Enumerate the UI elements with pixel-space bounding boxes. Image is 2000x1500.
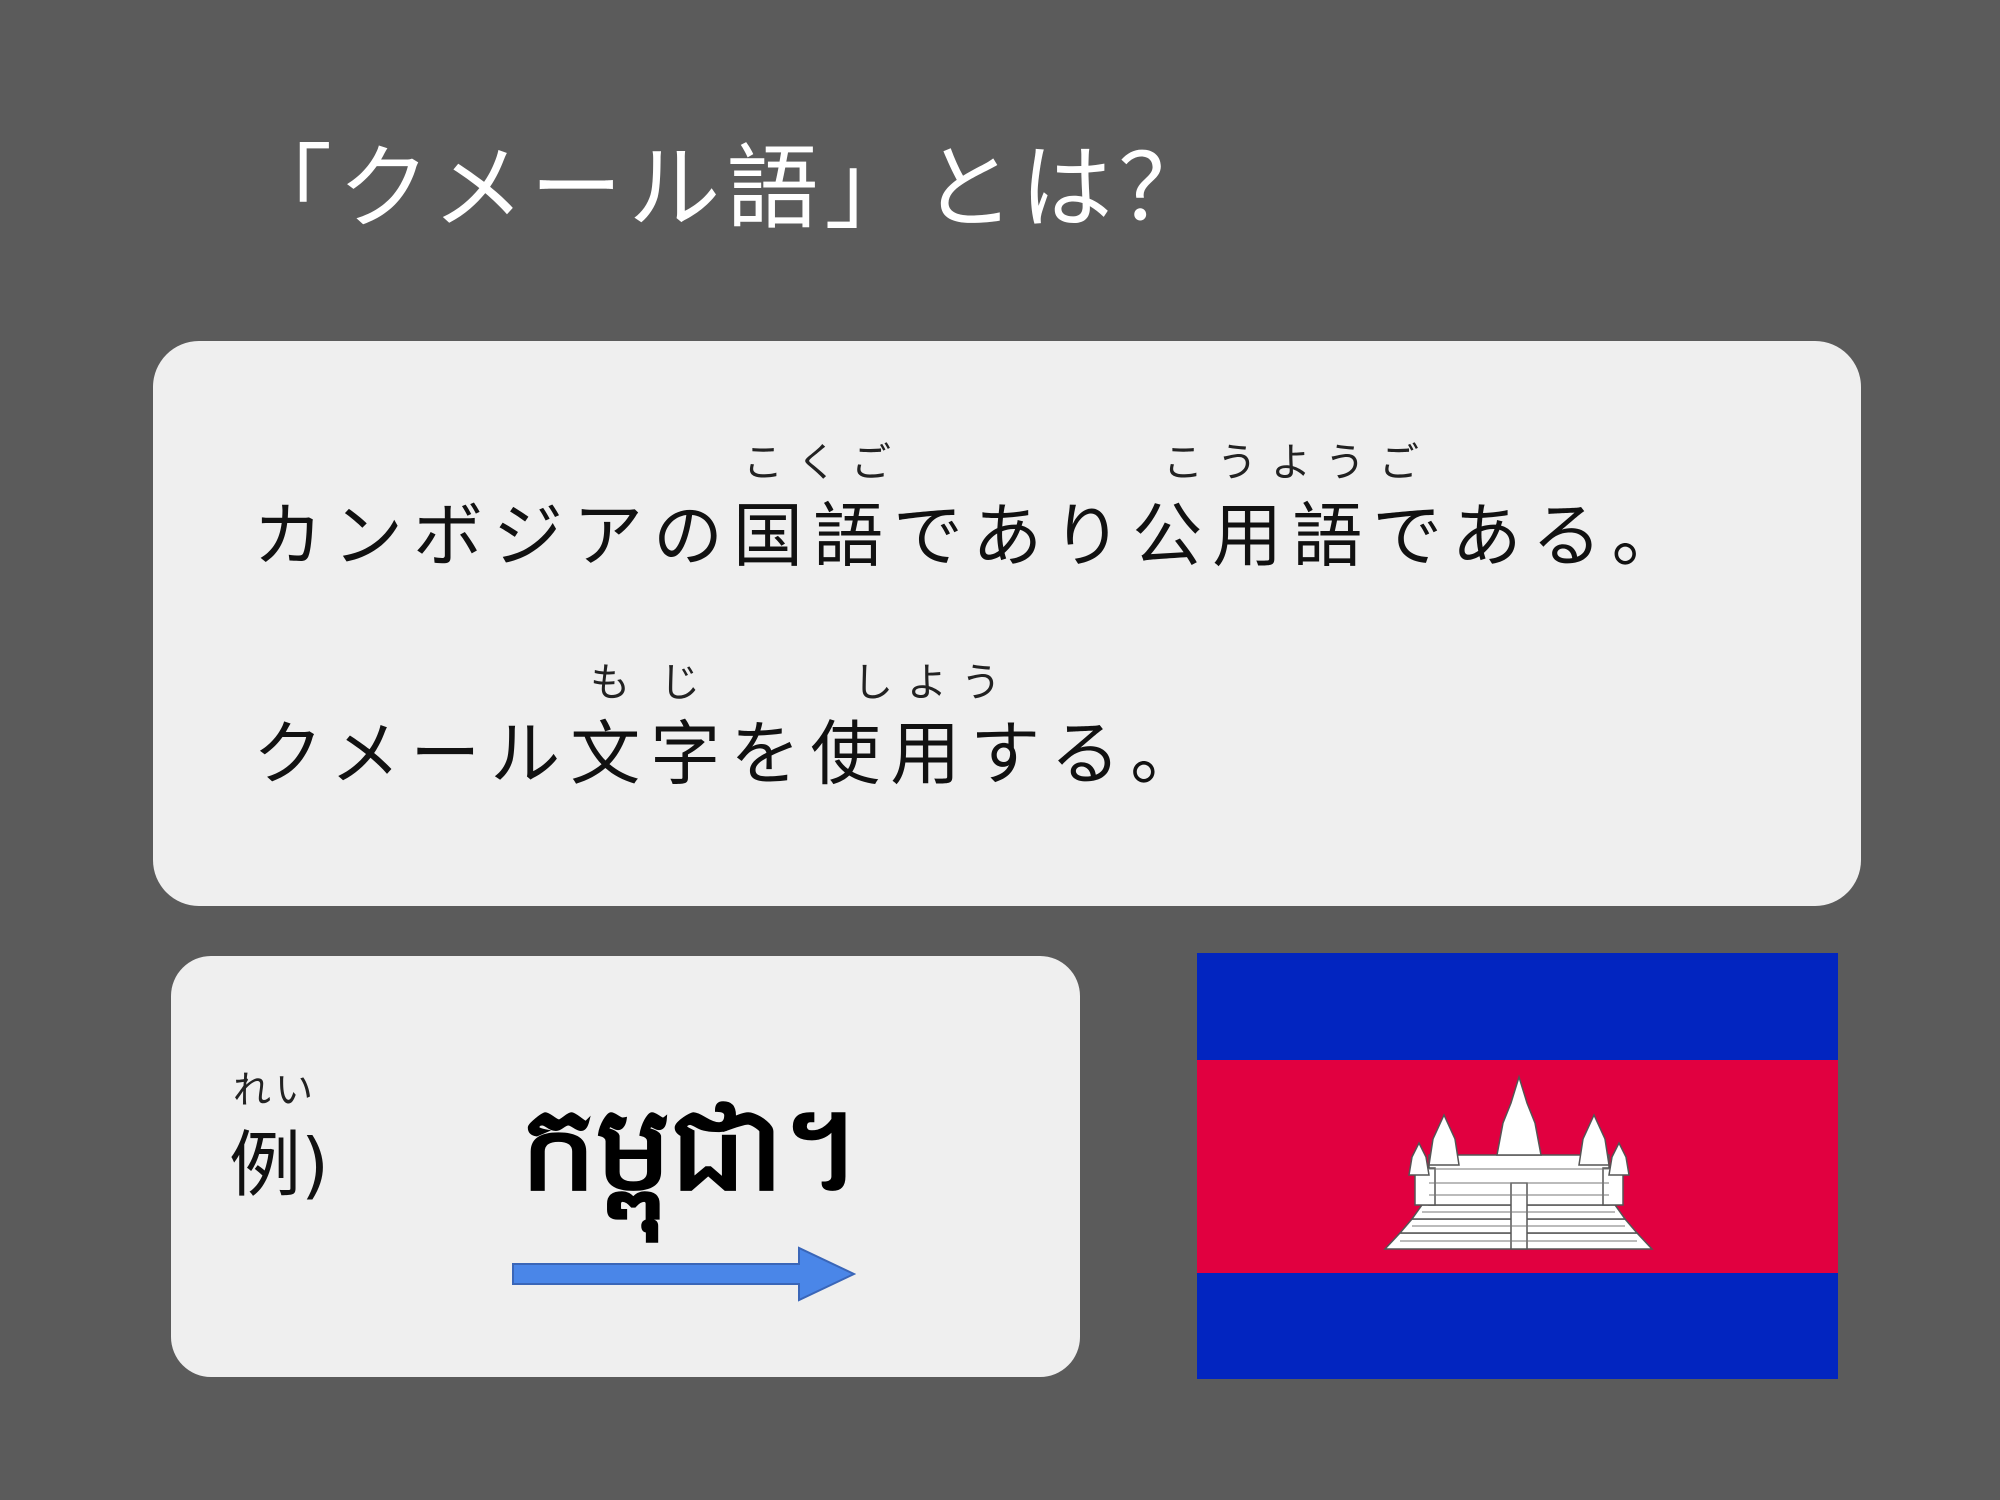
ruby-shiyou: しよう (853, 660, 1015, 706)
ruby-kokugo: こくご (743, 440, 905, 486)
example-panel: れい 例) កម្ពុជា។ (171, 956, 1080, 1377)
description-line-2: クメール文字を使用する。 (253, 713, 1211, 795)
slide-title: 「クメール語」とは？ (240, 135, 1217, 242)
example-label: 例) (229, 1123, 330, 1207)
khmer-example-text: កម្ពុជា។ (521, 1079, 861, 1217)
reading-direction-arrow-icon (512, 1246, 856, 1302)
ruby-kouyougo: こうようご (1163, 440, 1433, 486)
description-line-1: カンボジアの国語であり公用語である。 (253, 495, 1692, 577)
ruby-moji: もじ (590, 660, 730, 706)
description-panel: こくご こうようご カンボジアの国語であり公用語である。 もじ しよう クメール… (153, 341, 1861, 906)
cambodia-flag (1197, 953, 1838, 1379)
